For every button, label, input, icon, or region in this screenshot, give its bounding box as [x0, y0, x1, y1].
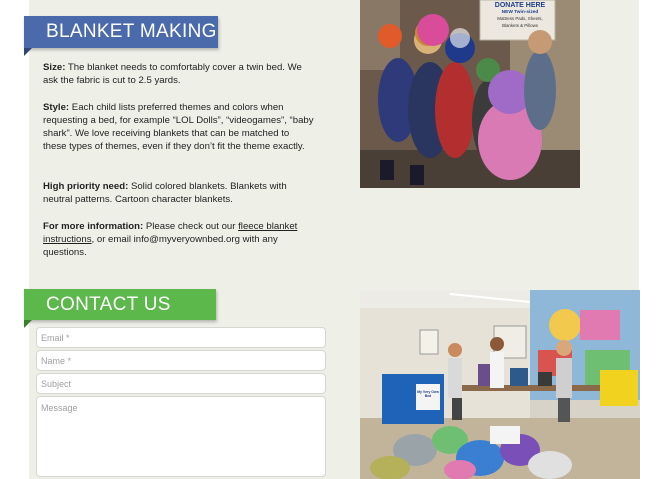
info-paragraph: For more information: Please check out o… [43, 220, 315, 259]
size-label: Size: [43, 62, 66, 73]
info-text-before: Please check out our [143, 221, 239, 232]
style-label: Style: [43, 102, 70, 113]
name-field[interactable] [36, 350, 326, 371]
style-text: Each child lists preferred themes and co… [43, 102, 314, 152]
message-field[interactable] [36, 396, 326, 477]
priority-label: High priority need: [43, 181, 129, 192]
blanket-making-heading: BLANKET MAKING [24, 16, 218, 56]
ribbon-fold [24, 48, 32, 56]
size-paragraph: Size: The blanket needs to comfortably c… [43, 61, 315, 87]
box-label: My Very Own Bed [417, 390, 439, 398]
volunteers-illustration [360, 290, 640, 479]
donate-sign-line4: Blankets & Pillows [502, 22, 538, 28]
subject-field[interactable] [36, 373, 326, 394]
kids-donation-photo: DONATE HERE NEW Twin-sized Mattress Pads… [360, 0, 580, 188]
subject-input[interactable] [41, 379, 321, 389]
contact-us-heading: CONTACT US [24, 289, 216, 328]
contact-us-title: CONTACT US [46, 294, 171, 315]
info-label: For more information: [43, 221, 144, 232]
size-text: The blanket needs to comfortably cover a… [43, 62, 302, 86]
donate-sign: DONATE HERE NEW Twin-sized Mattress Pads… [487, 2, 553, 29]
priority-paragraph: High priority need: Solid colored blanke… [43, 180, 315, 206]
style-paragraph: Style: Each child lists preferred themes… [43, 101, 315, 153]
email-field[interactable] [36, 327, 326, 348]
ribbon-fold [24, 320, 32, 328]
email-input[interactable] [41, 333, 321, 343]
name-input[interactable] [41, 356, 321, 366]
volunteers-photo: My Very Own Bed [360, 290, 640, 479]
donate-sign-line1: DONATE HERE [494, 2, 546, 9]
blanket-making-title: BLANKET MAKING [46, 21, 217, 42]
message-input[interactable] [41, 403, 321, 453]
